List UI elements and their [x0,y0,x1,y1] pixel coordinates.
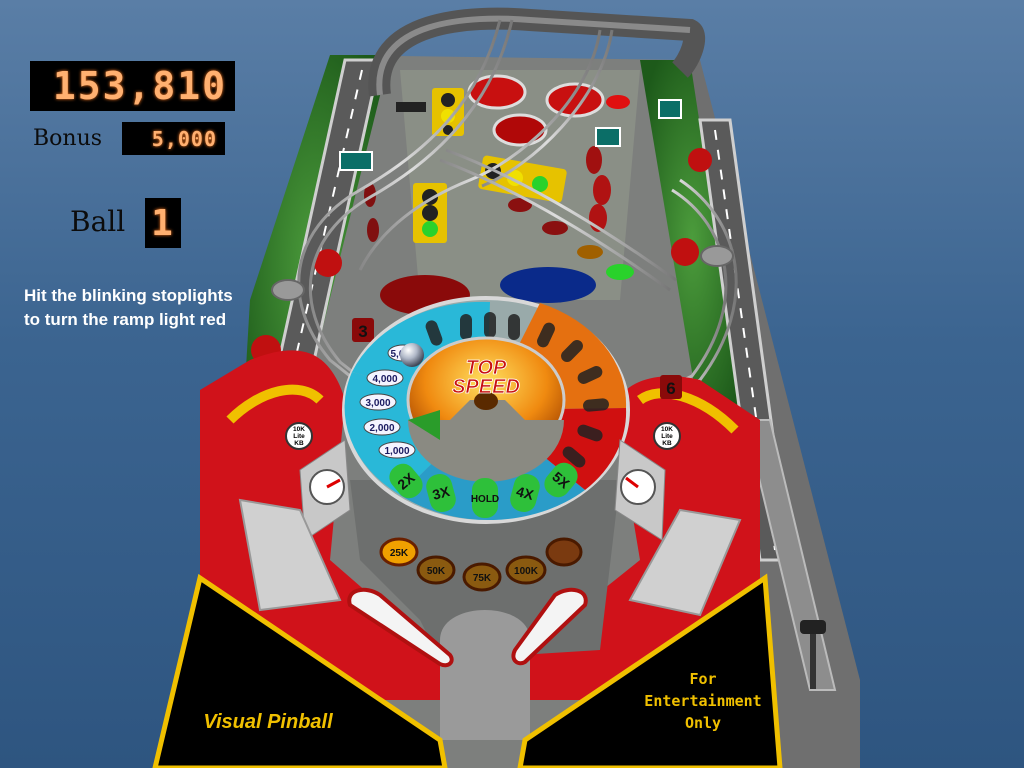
svg-text:100K: 100K [514,566,539,577]
svg-text:6: 6 [666,379,675,398]
svg-text:10K: 10K [293,426,305,433]
svg-text:1,000: 1,000 [384,446,409,457]
right-kicker-blue [500,267,596,303]
svg-text:3,000: 3,000 [365,398,390,409]
lane-number-right: 6 [660,375,682,399]
drain-area [440,610,530,740]
svg-text:50K: 50K [427,566,446,577]
svg-text:10K: 10K [661,426,673,433]
pinball-table[interactable]: 3 6 10K Lite KB 10K Lite KB TOP SPEED 4,… [0,0,1024,768]
lane-number-left: 3 [352,318,374,342]
svg-text:KB: KB [294,440,304,447]
svg-text:2,000: 2,000 [369,423,394,434]
svg-text:4,000: 4,000 [372,374,397,385]
wire-ramp-cap-left [271,279,305,301]
svg-text:3: 3 [358,322,367,341]
plunger-rod [810,634,816,689]
svg-text:25K: 25K [390,548,409,559]
svg-text:Lite: Lite [661,433,673,440]
pinball-ball [400,343,424,367]
apron-entertainment: Entertainment [644,692,761,710]
svg-text:75K: 75K [473,573,492,584]
apron-only: Only [685,714,721,732]
lite-kb-left: 10K Lite KB [285,422,313,450]
wire-ramp-cap-right [700,245,734,267]
lite-kb-right: 10K Lite KB [653,422,681,450]
apron-for: For [689,670,716,688]
svg-text:KB: KB [662,440,672,447]
svg-text:Lite: Lite [293,433,305,440]
apron-visual-pinball: Visual Pinball [203,711,333,733]
wheel-title-speed: SPEED [452,376,520,398]
stoplight-top[interactable] [432,88,464,136]
svg-text:HOLD: HOLD [471,494,499,505]
plunger-knob[interactable] [800,620,826,634]
